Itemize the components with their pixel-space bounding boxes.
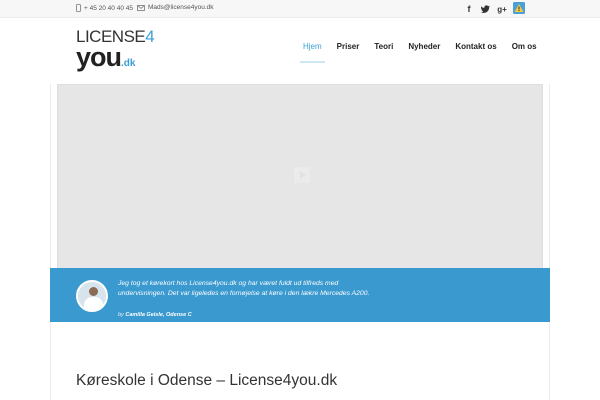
envelope-icon — [137, 4, 145, 11]
logo-line-2: you.dk — [76, 42, 166, 76]
hero-slider[interactable] — [57, 84, 543, 269]
email-contact[interactable]: Mads@license4you.dk — [137, 4, 214, 11]
phone-contact[interactable]: + 45 20 40 40 45 — [76, 4, 133, 12]
avatar-head — [89, 287, 98, 296]
testimonial-band: Jeg tog et kørekort hos License4you.dk o… — [50, 268, 550, 322]
twitter-icon[interactable] — [479, 3, 491, 15]
avatar — [76, 280, 108, 312]
top-bar: + 45 20 40 40 45 Mads@license4you.dk f g… — [0, 0, 600, 18]
phone-number: + 45 20 40 40 45 — [84, 4, 133, 12]
twitter-bird — [480, 5, 490, 13]
email-address: Mads@license4you.dk — [148, 4, 214, 11]
facebook-icon[interactable]: f — [463, 3, 475, 15]
main-nav: Hjem Priser Teori Nyheder Kontakt os Om … — [300, 42, 537, 63]
author-prefix: by — [118, 312, 124, 318]
warning-triangle — [513, 2, 525, 14]
nav-item-om-os[interactable]: Om os — [512, 42, 537, 63]
phone-icon — [76, 4, 81, 12]
page-title: Køreskole i Odense – License4you.dk — [76, 372, 338, 389]
nav-item-priser[interactable]: Priser — [337, 42, 360, 63]
facebook-glyph: f — [467, 4, 471, 14]
nav-item-teori[interactable]: Teori — [374, 42, 393, 63]
testimonial-author: by Camilla Geisle, Odense C — [118, 312, 192, 318]
site-header: LICENSE4 you.dk Hjem Priser Teori Nyhede… — [50, 18, 550, 84]
nav-item-kontakt-os[interactable]: Kontakt os — [455, 42, 496, 63]
play-icon[interactable] — [294, 167, 310, 183]
warning-icon[interactable] — [513, 2, 525, 14]
avatar-body — [84, 297, 103, 310]
google-plus-glyph: g+ — [497, 4, 507, 14]
page: + 45 20 40 40 45 Mads@license4you.dk f g… — [0, 0, 600, 400]
logo-four: 4 — [145, 27, 155, 46]
author-name: Camilla Geisle, Odense C — [125, 312, 192, 318]
logo-you: you — [76, 42, 122, 72]
nav-item-hjem[interactable]: Hjem — [300, 42, 325, 63]
testimonial-quote: Jeg tog et kørekort hos License4you.dk o… — [118, 280, 370, 297]
nav-item-nyheder[interactable]: Nyheder — [408, 42, 440, 63]
google-plus-icon[interactable]: g+ — [496, 3, 508, 15]
site-logo[interactable]: LICENSE4 you.dk — [76, 28, 166, 74]
logo-dk: .dk — [121, 58, 136, 69]
